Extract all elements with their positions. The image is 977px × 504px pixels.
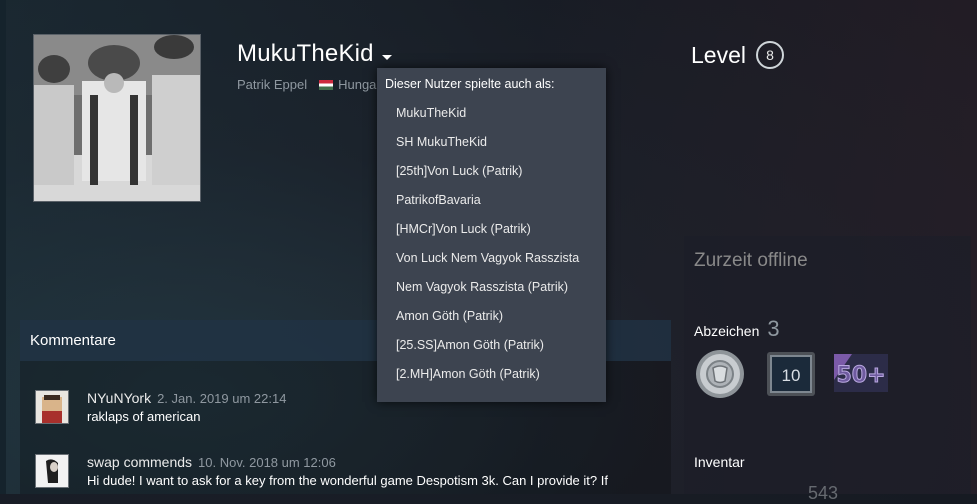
commenter-avatar-image: [36, 391, 68, 423]
fifty-plus-badge-icon[interactable]: 50+: [834, 350, 888, 398]
alias-item[interactable]: MukuTheKid: [396, 99, 579, 128]
real-name-row: Patrik Eppel Hunga: [237, 77, 376, 92]
name-history-caret-icon[interactable]: [381, 54, 392, 60]
dropdown-title: Dieser Nutzer spielte auch als:: [385, 77, 555, 91]
persona-name: MukuTheKid: [237, 40, 374, 67]
online-status: Zurzeit offline: [694, 250, 808, 271]
commenter-avatar[interactable]: [35, 390, 69, 424]
alias-item[interactable]: Von Luck Nem Vagyok Rasszista: [396, 244, 579, 273]
inventory-label[interactable]: Inventar: [694, 454, 745, 470]
country-name: Hunga: [338, 77, 377, 92]
comment-author-row: swap commends 10. Nov. 2018 um 12:06: [87, 454, 336, 470]
alias-item[interactable]: SH MukuTheKid: [396, 128, 579, 157]
avatar-photo: [34, 35, 200, 201]
alias-item[interactable]: [25th]Von Luck (Patrik): [396, 157, 579, 186]
comment-text: Hi dude! I want to ask for a key from th…: [87, 473, 608, 488]
comment-date: 10. Nov. 2018 um 12:06: [198, 455, 336, 470]
years-of-service-badge-icon[interactable]: 10: [766, 350, 820, 398]
comment-date: 2. Jan. 2019 um 22:14: [157, 391, 287, 406]
badges-row[interactable]: Abzeichen 3: [694, 316, 780, 342]
hungary-flag-icon: [319, 79, 334, 90]
years-badge-number: 10: [782, 366, 801, 385]
alias-item[interactable]: PatrikofBavaria: [396, 186, 579, 215]
commenter-avatar[interactable]: [35, 454, 69, 488]
commenter-avatar-image: [36, 455, 68, 487]
comment-author-link[interactable]: swap commends: [87, 454, 192, 470]
alias-item[interactable]: Amon Göth (Patrik): [396, 302, 579, 331]
profile-avatar[interactable]: [33, 34, 201, 202]
level-display: Level 8: [691, 41, 784, 69]
badges-label[interactable]: Abzeichen: [694, 323, 759, 339]
level-badge[interactable]: 8: [755, 41, 784, 69]
real-name: Patrik Eppel: [237, 77, 308, 92]
badges-count: 3: [767, 316, 780, 341]
left-edge-strip: [0, 0, 6, 494]
alias-item[interactable]: [2.MH]Amon Göth (Patrik): [396, 360, 579, 389]
comment-author-link[interactable]: NYuNYork: [87, 390, 151, 406]
alias-item[interactable]: Nem Vagyok Rasszista (Patrik): [396, 273, 579, 302]
alias-item[interactable]: [HMCr]Von Luck (Patrik): [396, 215, 579, 244]
alias-item[interactable]: [25.SS]Amon Göth (Patrik): [396, 331, 579, 360]
persona-header: MukuTheKid: [237, 40, 392, 68]
fifty-plus-badge-text: 50+: [836, 363, 885, 388]
alias-list: MukuTheKid SH MukuTheKid [25th]Von Luck …: [396, 99, 579, 389]
comment-text: raklaps of american: [87, 409, 201, 424]
comment-author-row: NYuNYork 2. Jan. 2019 um 22:14: [87, 390, 286, 406]
name-history-dropdown: Dieser Nutzer spielte auch als: MukuTheK…: [377, 68, 606, 402]
coin-badge-icon[interactable]: [694, 350, 748, 398]
profile-sidebar: Zurzeit offline Abzeichen 3 10 50+ Inven…: [684, 236, 971, 503]
level-label: Level: [691, 41, 746, 68]
